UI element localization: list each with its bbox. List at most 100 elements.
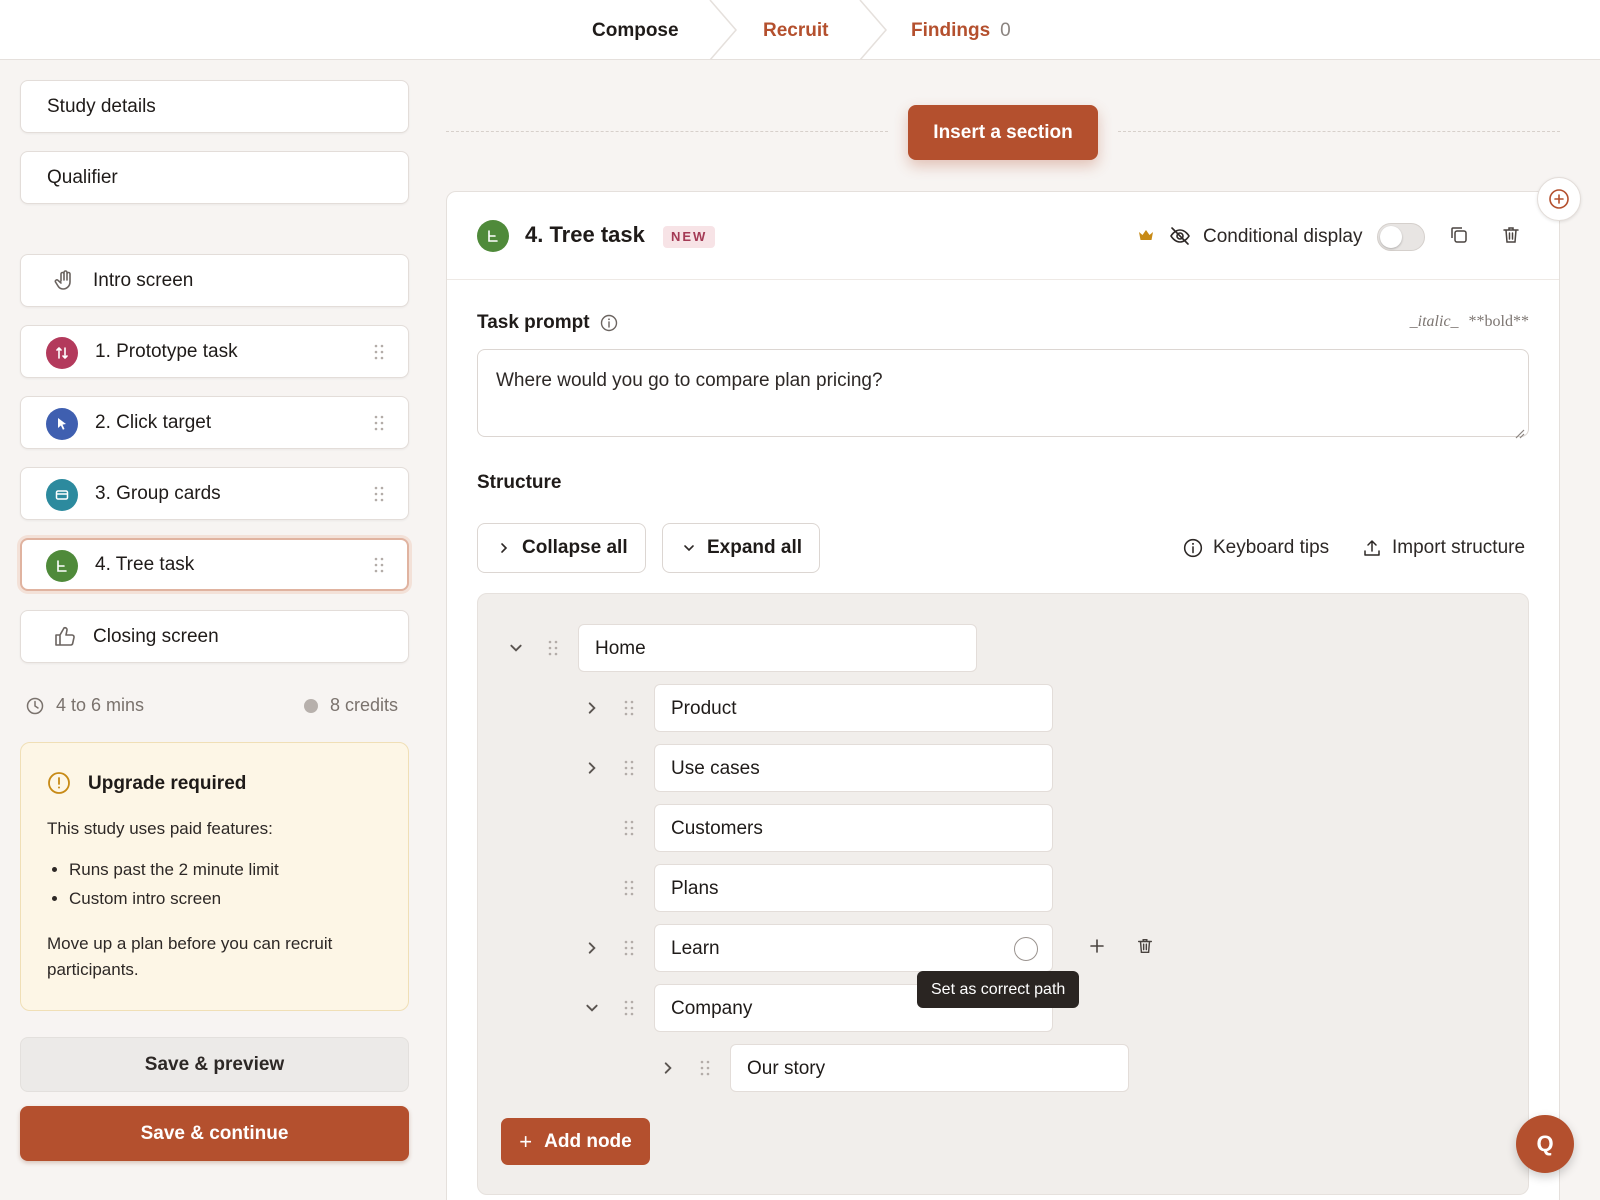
- sidebar-item-closing-screen[interactable]: Closing screen: [20, 610, 409, 663]
- upgrade-body: This study uses paid features:: [47, 819, 273, 838]
- sidebar-item-click-target[interactable]: 2. Click target: [20, 396, 409, 449]
- keyboard-tips-label: Keyboard tips: [1213, 537, 1330, 558]
- drag-handle-icon[interactable]: [624, 880, 634, 896]
- chevron-right-icon[interactable]: [585, 941, 599, 955]
- drag-handle-icon[interactable]: [374, 415, 384, 431]
- import-structure-link[interactable]: Import structure: [1362, 537, 1525, 559]
- expand-all-button[interactable]: Expand all: [662, 523, 820, 573]
- structure-label: Structure: [477, 472, 562, 493]
- task-prompt-text: Where would you go to compare plan prici…: [496, 370, 883, 391]
- drag-handle-icon[interactable]: [624, 820, 634, 836]
- tree-node-plans[interactable]: Plans: [654, 864, 1053, 912]
- insert-section-button[interactable]: Insert a section: [908, 105, 1098, 160]
- tree-node-our-story[interactable]: Our story: [730, 1044, 1129, 1092]
- drag-handle-icon[interactable]: [624, 700, 634, 716]
- save-continue-button[interactable]: Save & continue: [20, 1106, 409, 1161]
- tree-icon: [46, 550, 78, 582]
- list-item: Runs past the 2 minute limit: [69, 855, 279, 884]
- cursor-icon: [46, 408, 78, 440]
- chevron-right-icon[interactable]: [661, 1061, 675, 1075]
- trash-icon[interactable]: [1501, 225, 1523, 247]
- trash-icon[interactable]: [1136, 937, 1154, 960]
- credit-dot-icon: [304, 698, 318, 713]
- sidebar-item-prototype-task[interactable]: 1. Prototype task: [20, 325, 409, 378]
- chevron-right-icon[interactable]: [585, 761, 599, 775]
- add-section-icon[interactable]: [1537, 177, 1581, 221]
- sidebar-item-group-cards[interactable]: 3. Group cards: [20, 467, 409, 520]
- correct-path-radio[interactable]: [1014, 937, 1038, 961]
- study-duration: 4 to 6 mins: [26, 695, 144, 716]
- drag-handle-icon[interactable]: [624, 1000, 634, 1016]
- drag-handle-icon[interactable]: [624, 940, 634, 956]
- add-child-icon[interactable]: [1089, 938, 1105, 959]
- task-title: 4. Tree task: [525, 222, 645, 247]
- drag-handle-icon[interactable]: [374, 344, 384, 360]
- divider: [1118, 131, 1560, 132]
- drag-handle-icon[interactable]: [374, 486, 384, 502]
- chevron-down-icon: [684, 545, 694, 552]
- save-preview-button[interactable]: Save & preview: [20, 1037, 409, 1092]
- upgrade-notice: Upgrade required This study uses paid fe…: [20, 742, 409, 1011]
- tab-compose[interactable]: Compose: [592, 0, 679, 60]
- sidebar-item-intro-screen[interactable]: Intro screen: [20, 254, 409, 307]
- drag-handle-icon[interactable]: [548, 640, 558, 656]
- crown-icon: [1137, 226, 1159, 248]
- tree-node-home[interactable]: Home: [578, 624, 977, 672]
- toggle-knob: [1380, 226, 1402, 248]
- upgrade-footer: Move up a plan before you can recruit pa…: [47, 934, 333, 979]
- add-node-button[interactable]: + Add node: [501, 1118, 650, 1165]
- study-credits: 8 credits: [304, 695, 398, 716]
- info-icon[interactable]: [600, 314, 618, 337]
- chevron-right-icon: [501, 543, 508, 553]
- findings-count: 0: [1000, 20, 1011, 41]
- upload-icon: [1364, 540, 1380, 556]
- chevron-down-icon[interactable]: [585, 1001, 599, 1015]
- task-prompt-field[interactable]: Where would you go to compare plan prici…: [477, 349, 1529, 439]
- format-bold-hint: **bold**: [1468, 313, 1529, 330]
- tree-node-learn[interactable]: Learn: [654, 924, 1053, 972]
- sidebar-item-label: Study details: [47, 95, 156, 117]
- help-button[interactable]: Q: [1516, 1115, 1574, 1173]
- chevron-right-icon[interactable]: [585, 701, 599, 715]
- collapse-all-label: Collapse all: [522, 537, 628, 558]
- import-structure-label: Import structure: [1392, 537, 1526, 558]
- drag-handle-icon[interactable]: [374, 557, 384, 573]
- duration-text: 4 to 6 mins: [56, 695, 145, 715]
- correct-path-tooltip: Set as correct path: [917, 971, 1080, 1008]
- credits-text: 8 credits: [330, 695, 399, 715]
- tab-findings[interactable]: Findings 0: [911, 0, 1011, 60]
- sidebar-item-tree-task[interactable]: 4. Tree task: [20, 538, 409, 591]
- resize-handle-icon[interactable]: [1515, 423, 1525, 439]
- tab-recruit[interactable]: Recruit: [763, 0, 828, 60]
- conditional-display-toggle[interactable]: [1377, 223, 1425, 251]
- sidebar-item-qualifier[interactable]: Qualifier: [20, 151, 409, 204]
- breadcrumb-chevron-icon: [708, 0, 738, 60]
- sidebar-item-label: 2. Click target: [95, 411, 212, 433]
- sidebar-item-label: 1. Prototype task: [95, 340, 238, 362]
- task-header: 4. Tree task NEW Conditional display: [447, 192, 1559, 280]
- sidebar-item-label: 4. Tree task: [95, 553, 195, 575]
- collapse-all-button[interactable]: Collapse all: [477, 523, 646, 573]
- format-hint: _italic_ **bold**: [1410, 313, 1529, 331]
- drag-handle-icon[interactable]: [624, 760, 634, 776]
- cards-icon: [46, 479, 78, 511]
- drag-handle-icon[interactable]: [700, 1060, 710, 1076]
- plus-icon: +: [519, 1128, 533, 1154]
- duplicate-icon[interactable]: [1449, 225, 1471, 247]
- upgrade-feature-list: Runs past the 2 minute limit Custom intr…: [69, 855, 279, 913]
- warning-icon: [47, 771, 71, 795]
- thumbs-up-icon: [53, 625, 77, 649]
- keyboard-tips-link[interactable]: Keyboard tips: [1183, 537, 1329, 559]
- format-italic-hint: _italic_: [1409, 313, 1459, 330]
- sidebar-item-label: Qualifier: [47, 166, 118, 188]
- info-icon: [1183, 538, 1203, 558]
- chevron-down-icon[interactable]: [509, 641, 523, 655]
- tree-node-customers[interactable]: Customers: [654, 804, 1053, 852]
- sidebar-item-study-details[interactable]: Study details: [20, 80, 409, 133]
- tree-node-product[interactable]: Product: [654, 684, 1053, 732]
- tree-node-use-cases[interactable]: Use cases: [654, 744, 1053, 792]
- tree-icon: [477, 220, 509, 252]
- list-item: Custom intro screen: [69, 884, 279, 913]
- eye-off-icon: [1169, 225, 1191, 247]
- expand-all-label: Expand all: [707, 537, 803, 558]
